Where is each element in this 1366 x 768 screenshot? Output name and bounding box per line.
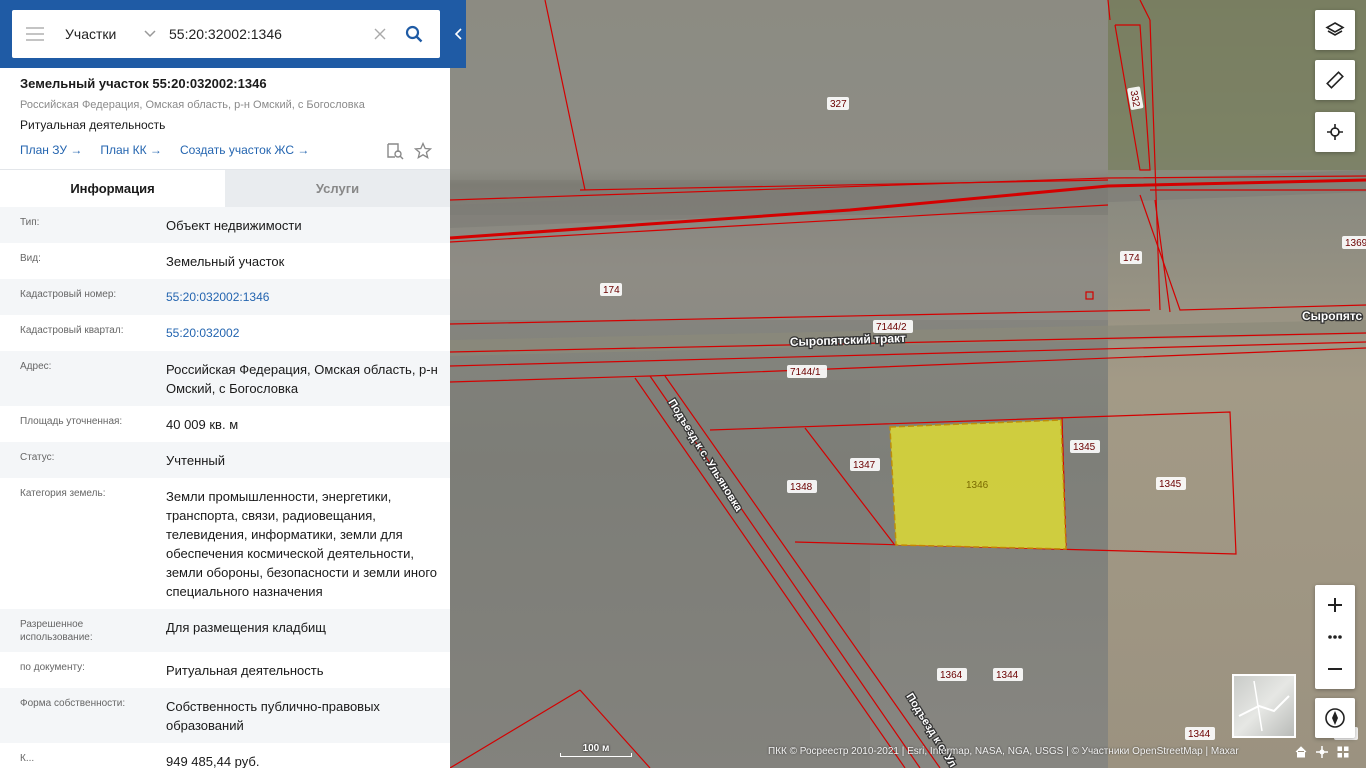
app-root: 327 332 174 174 1369 7144/2 7144/1 1347 … — [0, 0, 1366, 768]
parcel-layer[interactable]: 327 332 174 174 1369 7144/2 7144/1 1347 … — [450, 0, 1366, 768]
map-label-1346: 1346 — [966, 480, 989, 491]
locate-button[interactable] — [1315, 112, 1355, 152]
zoom-more-button[interactable] — [1315, 625, 1355, 649]
close-icon — [374, 28, 386, 40]
ruler-icon — [1326, 71, 1344, 89]
scale-bar: 100 м — [560, 743, 632, 757]
hamburger-icon — [26, 27, 44, 41]
search-input[interactable] — [169, 26, 365, 42]
detail-row: Категория земель: Земли промышленности, э… — [0, 478, 450, 609]
grid-icon[interactable] — [1337, 746, 1349, 758]
collapse-panel-button[interactable] — [450, 0, 466, 68]
clear-button[interactable] — [365, 10, 395, 58]
create-zhs-link[interactable]: Создать участок ЖС → — [180, 143, 309, 157]
road-label-syropyatsky: Сыропятский тракт — [790, 331, 907, 349]
map-label-1364: 1364 — [940, 670, 963, 681]
chevron-left-icon — [454, 28, 462, 40]
map-label-1344-a: 1344 — [996, 670, 1019, 681]
details-table: Тип: Объект недвижимости Вид: Земельный уч… — [0, 207, 450, 768]
zoom-control — [1315, 585, 1355, 689]
object-title: Земельный участок 55:20:032002:1346 — [20, 76, 267, 91]
chevron-down-icon — [144, 30, 156, 38]
detail-row: Вид: Земельный участок — [0, 243, 450, 279]
map-label-1345-a: 1345 — [1073, 442, 1096, 453]
detail-row: Площадь уточненная: 40 009 кв. м — [0, 406, 450, 442]
map-label-1345-b: 1345 — [1159, 479, 1182, 490]
object-header: Земельный участок 55:20:032002:1346 Росс… — [20, 76, 440, 132]
search-button[interactable] — [395, 10, 433, 58]
search-bar: Участки — [0, 0, 450, 68]
map-label-327: 327 — [830, 99, 847, 110]
compass-icon — [1325, 708, 1345, 728]
map-label-1347: 1347 — [853, 460, 876, 471]
plan-zu-link[interactable]: План ЗУ → — [20, 143, 82, 157]
minus-icon — [1328, 668, 1342, 670]
map-label-1348: 1348 — [790, 482, 813, 493]
zoom-in-button[interactable] — [1315, 585, 1355, 625]
object-address: Российская Федерация, Омская область, р-… — [20, 99, 365, 111]
info-panel: Участки Земельный участок 55:20:032002:1… — [0, 0, 450, 768]
detail-row: Кадастровый номер: 55:20:032002:1346 — [0, 279, 450, 315]
search-icon — [405, 25, 423, 43]
category-select[interactable]: Участки — [65, 26, 141, 42]
detail-row: Адрес: Российская Федерация, Омская облас… — [0, 351, 450, 406]
compass-button[interactable] — [1315, 698, 1355, 738]
search-document-icon[interactable] — [386, 142, 404, 160]
detail-row: по документу: Ритуальная деятельность — [0, 652, 450, 688]
map-label-1369: 1369 — [1345, 238, 1366, 249]
road-label-syropyatsky-right: Сыропятс — [1302, 309, 1363, 323]
star-icon[interactable] — [414, 142, 432, 160]
tab-information[interactable]: Информация — [0, 170, 225, 207]
cadastral-quarter-link[interactable]: 55:20:032002 — [166, 324, 442, 343]
crosshair-icon — [1327, 124, 1343, 140]
category-dropdown[interactable] — [141, 30, 159, 38]
map-attribution: ПКК © Росреестр 2010-2021 | Esri, Interm… — [768, 746, 1239, 757]
more-dots-icon — [1328, 635, 1342, 639]
home-icon[interactable] — [1295, 746, 1307, 758]
detail-row: Разрешенное использование: Для размещения… — [0, 609, 450, 652]
location-icon[interactable] — [1316, 746, 1328, 758]
map-label-174-right: 174 — [1123, 253, 1140, 264]
layers-icon — [1325, 22, 1345, 36]
zoom-out-button[interactable] — [1315, 649, 1355, 689]
tab-services[interactable]: Услуги — [225, 170, 450, 207]
menu-button[interactable] — [12, 10, 58, 58]
ruler-button[interactable] — [1315, 60, 1355, 100]
detail-row: Форма собственности: Собственность публич… — [0, 688, 450, 743]
object-links: План ЗУ → План КК → Создать участок ЖС → — [20, 143, 309, 157]
header-actions — [386, 142, 432, 160]
map-label-7144-1: 7144/1 — [790, 367, 821, 378]
plus-icon — [1328, 598, 1342, 612]
detail-row: Кадастровый квартал: 55:20:032002 — [0, 315, 450, 351]
map-label-174-left: 174 — [603, 285, 620, 296]
detail-row: Тип: Объект недвижимости — [0, 207, 450, 243]
detail-row: К... 949 485,44 руб. — [0, 743, 450, 768]
map-view[interactable]: 327 332 174 174 1369 7144/2 7144/1 1347 … — [450, 0, 1366, 768]
layers-button[interactable] — [1315, 10, 1355, 50]
overview-minimap[interactable] — [1232, 674, 1296, 738]
panel-tabs: Информация Услуги — [0, 169, 450, 207]
plan-kk-link[interactable]: План КК → — [100, 143, 162, 157]
attribution-icons — [1295, 746, 1349, 758]
detail-row: Статус: Учтенный — [0, 442, 450, 478]
object-purpose: Ритуальная деятельность — [20, 118, 166, 132]
search-box: Участки — [12, 10, 440, 58]
map-label-1344-b: 1344 — [1188, 729, 1211, 740]
cadastral-number-link[interactable]: 55:20:032002:1346 — [166, 288, 442, 307]
